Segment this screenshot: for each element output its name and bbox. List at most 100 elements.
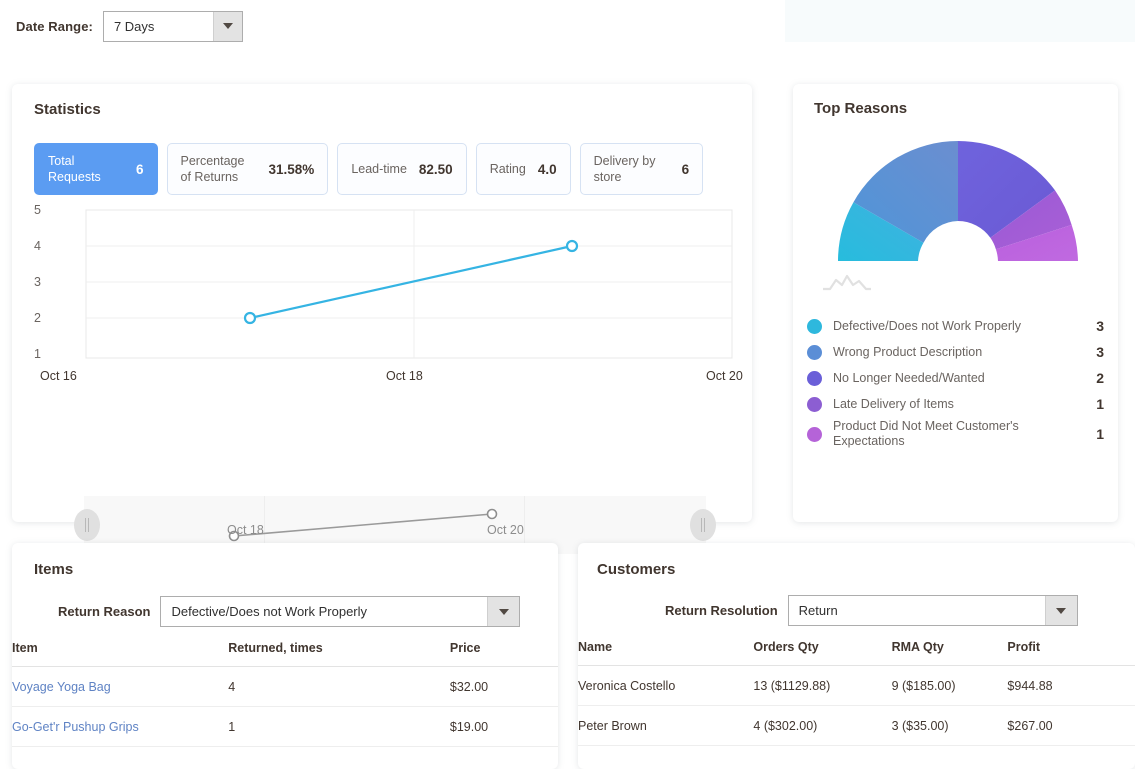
top-reasons-title: Top Reasons	[814, 100, 908, 117]
return-reason-label: Return Reason	[58, 604, 151, 619]
items-title: Items	[34, 561, 74, 578]
return-reason-value: Defective/Does not Work Properly	[171, 604, 368, 619]
legend-value: 1	[1096, 426, 1104, 442]
statistics-title: Statistics	[34, 101, 101, 118]
top-reasons-gauge-chart	[838, 141, 1078, 261]
chevron-down-icon[interactable]	[1045, 596, 1077, 625]
item-name-link[interactable]: Go-Get'r Pushup Grips	[12, 706, 229, 747]
customer-rma-qty: 3 ($35.00)	[891, 705, 1008, 746]
requests-line-chart: 5 4 3 2 1 Oct 16 Oct 18 Oct 20	[34, 203, 743, 386]
stat-tile-rating[interactable]: Rating 4.0	[475, 143, 571, 195]
legend-item[interactable]: Wrong Product Description 3	[807, 339, 1104, 365]
table-row[interactable]: Peter Brown 4 ($302.00) 3 ($35.00) $267.…	[578, 705, 1135, 746]
item-price: $19.00	[449, 706, 558, 747]
table-row[interactable]: Veronica Costello 13 ($1129.88) 9 ($185.…	[578, 665, 1135, 706]
legend-value: 2	[1096, 370, 1104, 386]
area-chart-icon	[823, 274, 871, 291]
stat-tile-delivery-by-store[interactable]: Delivery by store 6	[579, 143, 704, 195]
dashboard-page: Date Range: 7 Days Statistics Total Requ…	[0, 0, 1135, 769]
x-axis-tick: Oct 20	[706, 369, 743, 383]
customer-profit: $944.88	[1007, 665, 1135, 706]
customer-orders-qty: 4 ($302.00)	[753, 705, 892, 746]
return-reason-select[interactable]: Defective/Does not Work Properly	[160, 596, 521, 627]
stat-tile-value: 4.0	[537, 161, 557, 177]
top-reasons-card: Top Reasons Defective/Does not Work Prop…	[793, 84, 1118, 522]
x-axis-tick: Oct 16	[40, 369, 77, 383]
stat-tile-lead-time[interactable]: Lead-time 82.50	[337, 143, 467, 195]
statistics-card: Statistics Total Requests 6 Percentage o…	[12, 84, 752, 582]
stat-tile-total-requests[interactable]: Total Requests 6	[34, 143, 158, 195]
table-header-row: Item Returned, times Price	[12, 641, 558, 667]
range-slider-tick: Oct 18	[227, 523, 264, 537]
statistics-tiles: Total Requests 6 Percentage of Returns 3…	[34, 143, 704, 195]
legend-item[interactable]: Defective/Does not Work Properly 3	[807, 313, 1104, 339]
legend-item[interactable]: Product Did Not Meet Customer's Expectat…	[807, 417, 1104, 451]
legend-label: No Longer Needed/Wanted	[833, 370, 985, 385]
stat-tile-label: Lead-time	[351, 162, 407, 176]
legend-item[interactable]: Late Delivery of Items 1	[807, 391, 1104, 417]
customers-table: Name Orders Qty RMA Qty Profit Veronica …	[578, 640, 1135, 746]
range-slider-tick: Oct 20	[487, 523, 524, 537]
column-header-orders-qty: Orders Qty	[753, 640, 892, 666]
legend-item[interactable]: No Longer Needed/Wanted 2	[807, 365, 1104, 391]
item-returned-times: 1	[228, 706, 450, 747]
column-header-name: Name	[578, 640, 754, 666]
line-chart-svg	[85, 209, 733, 359]
customer-rma-qty: 9 ($185.00)	[891, 665, 1008, 706]
legend-value: 3	[1096, 318, 1104, 334]
customer-profit: $267.00	[1007, 705, 1135, 746]
column-header-rma-qty: RMA Qty	[891, 640, 1008, 666]
chevron-down-icon[interactable]	[213, 11, 242, 41]
items-panel: Items Return Reason Defective/Does not W…	[12, 543, 558, 769]
table-row[interactable]: Go-Get'r Pushup Grips 1 $19.00	[12, 706, 558, 747]
customer-name: Veronica Costello	[578, 665, 754, 706]
table-row[interactable]: Voyage Yoga Bag 4 $32.00	[12, 666, 558, 707]
date-range-label: Date Range:	[16, 18, 93, 34]
top-reasons-legend: Defective/Does not Work Properly 3 Wrong…	[807, 313, 1104, 451]
stat-tile-label: Rating	[489, 162, 526, 176]
range-handle-right[interactable]	[690, 509, 716, 541]
items-filter-row: Return Reason Defective/Does not Work Pr…	[58, 596, 521, 627]
stat-tile-value: 6	[136, 161, 144, 177]
return-resolution-value: Return	[798, 603, 838, 618]
date-range-bar: Date Range: 7 Days	[0, 0, 785, 52]
customer-orders-qty: 13 ($1129.88)	[753, 665, 892, 706]
legend-color-dot	[807, 344, 822, 360]
stat-tile-percentage-of-returns[interactable]: Percentage of Returns 31.58%	[166, 143, 329, 195]
customers-title: Customers	[597, 561, 676, 578]
stat-tile-value: 31.58%	[268, 161, 315, 177]
customer-name: Peter Brown	[578, 705, 754, 746]
legend-value: 1	[1096, 396, 1104, 412]
legend-color-dot	[807, 370, 822, 386]
date-range-value: 7 Days	[113, 18, 155, 34]
customers-panel: Customers Return Resolution Return Name …	[578, 543, 1135, 769]
column-header-price: Price	[449, 641, 558, 667]
items-table: Item Returned, times Price Voyage Yoga B…	[12, 641, 558, 747]
return-resolution-label: Return Resolution	[665, 603, 778, 618]
legend-label: Defective/Does not Work Properly	[833, 318, 1022, 333]
x-axis-tick: Oct 18	[386, 369, 423, 383]
item-name-link[interactable]: Voyage Yoga Bag	[12, 666, 229, 707]
stat-tile-value: 6	[681, 161, 690, 177]
column-header-returned: Returned, times	[228, 641, 450, 667]
legend-color-dot	[807, 396, 822, 412]
item-returned-times: 4	[228, 666, 450, 707]
range-handle-left[interactable]	[74, 509, 100, 541]
legend-color-dot	[807, 426, 822, 442]
item-price: $32.00	[449, 666, 558, 707]
column-header-item: Item	[12, 641, 229, 667]
legend-label: Product Did Not Meet Customer's Expectat…	[833, 419, 1019, 448]
return-resolution-select[interactable]: Return	[787, 595, 1078, 626]
column-header-profit: Profit	[1007, 640, 1135, 666]
legend-label: Late Delivery of Items	[833, 396, 954, 411]
stat-tile-value: 82.50	[418, 161, 453, 177]
table-header-row: Name Orders Qty RMA Qty Profit	[578, 640, 1135, 666]
customers-filter-row: Return Resolution Return	[665, 595, 1078, 626]
chevron-down-icon[interactable]	[487, 597, 520, 626]
date-range-select[interactable]: 7 Days	[102, 10, 243, 42]
legend-label: Wrong Product Description	[833, 344, 983, 359]
legend-color-dot	[807, 318, 822, 334]
stat-tile-label: Delivery by store	[593, 154, 656, 184]
legend-value: 3	[1096, 344, 1104, 360]
header-strip	[785, 0, 1135, 42]
